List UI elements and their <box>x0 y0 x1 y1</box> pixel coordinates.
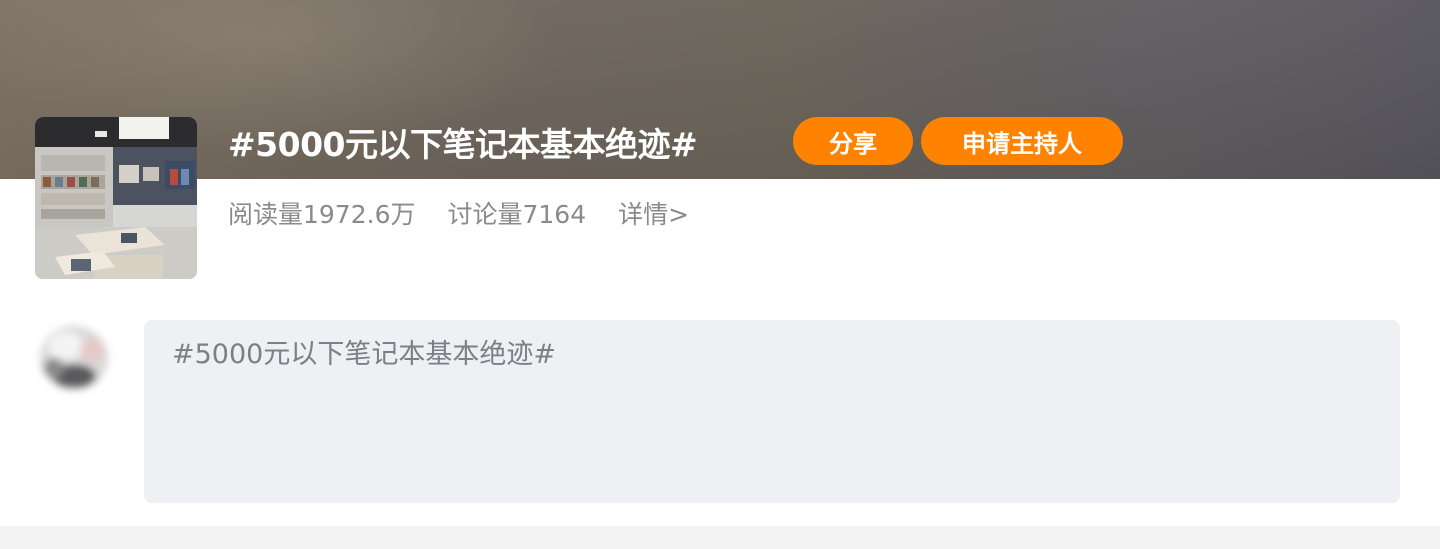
details-link[interactable]: 详情> <box>618 195 689 231</box>
post-composer[interactable]: #5000元以下笔记本基本绝迹# <box>144 320 1400 503</box>
topic-stats: 阅读量1972.6万 讨论量7164 详情> <box>228 193 689 233</box>
avatar-image <box>40 326 108 390</box>
topic-title: #5000元以下笔记本基本绝迹# <box>228 125 698 164</box>
section-divider <box>0 526 1440 549</box>
discussion-count: 讨论量7164 <box>447 200 587 229</box>
topic-cover-image[interactable] <box>35 117 197 279</box>
share-button[interactable]: 分享 <box>793 117 913 165</box>
apply-host-button[interactable]: 申请主持人 <box>921 117 1123 165</box>
composer-text[interactable]: #5000元以下笔记本基本绝迹# <box>172 332 556 371</box>
read-count: 阅读量1972.6万 <box>228 200 416 229</box>
store-interior-image <box>35 117 197 279</box>
avatar[interactable] <box>30 316 118 400</box>
topic-page: #5000元以下笔记本基本绝迹# 分享 申请主持人 阅读量1972.6万 讨论量… <box>0 0 1440 549</box>
topic-banner <box>0 0 1440 179</box>
